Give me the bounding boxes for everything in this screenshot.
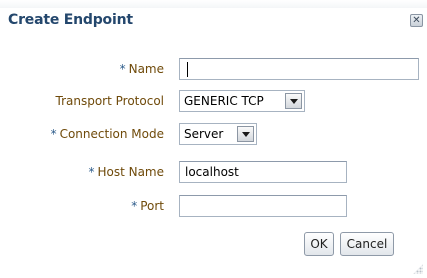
port-label-text: Port (140, 199, 164, 213)
host-name-input[interactable]: localhost (179, 161, 347, 183)
required-marker: * (88, 165, 95, 179)
port-label: * Port (131, 199, 164, 213)
connection-mode-select[interactable]: Server (179, 123, 257, 145)
port-row: * Port (0, 195, 427, 219)
connection-mode-label: * Connection Mode (51, 127, 164, 141)
required-marker: * (131, 199, 138, 213)
transport-protocol-value: GENERIC TCP (184, 94, 264, 108)
transport-protocol-select[interactable]: GENERIC TCP (179, 90, 305, 112)
required-marker: * (50, 127, 57, 141)
cancel-button[interactable]: Cancel (340, 232, 394, 256)
required-marker: * (119, 62, 126, 76)
ok-button[interactable]: OK (304, 232, 334, 256)
create-endpoint-dialog: Create Endpoint ✕ * Name Transport Protoc… (0, 0, 427, 278)
name-input[interactable] (179, 58, 419, 80)
host-name-label: * Host Name (88, 165, 164, 179)
name-label-text: Name (128, 62, 164, 76)
resize-grip-icon[interactable] (413, 264, 423, 274)
dialog-title: Create Endpoint (8, 12, 133, 28)
name-row: * Name (0, 58, 427, 82)
chevron-down-icon[interactable] (285, 93, 302, 109)
transport-protocol-label: Transport Protocol (55, 94, 164, 108)
close-icon[interactable]: ✕ (410, 14, 423, 27)
host-name-row: * Host Name localhost (0, 161, 427, 185)
host-name-label-text: Host Name (97, 165, 164, 179)
connection-mode-row: * Connection Mode Server (0, 123, 427, 147)
chevron-down-icon[interactable] (237, 126, 254, 142)
connection-mode-value: Server (184, 127, 224, 141)
transport-protocol-row: Transport Protocol GENERIC TCP (0, 90, 427, 114)
text-caret (187, 62, 188, 77)
connection-mode-label-text: Connection Mode (59, 127, 164, 141)
name-label: * Name (120, 62, 164, 76)
port-input[interactable] (179, 195, 347, 217)
